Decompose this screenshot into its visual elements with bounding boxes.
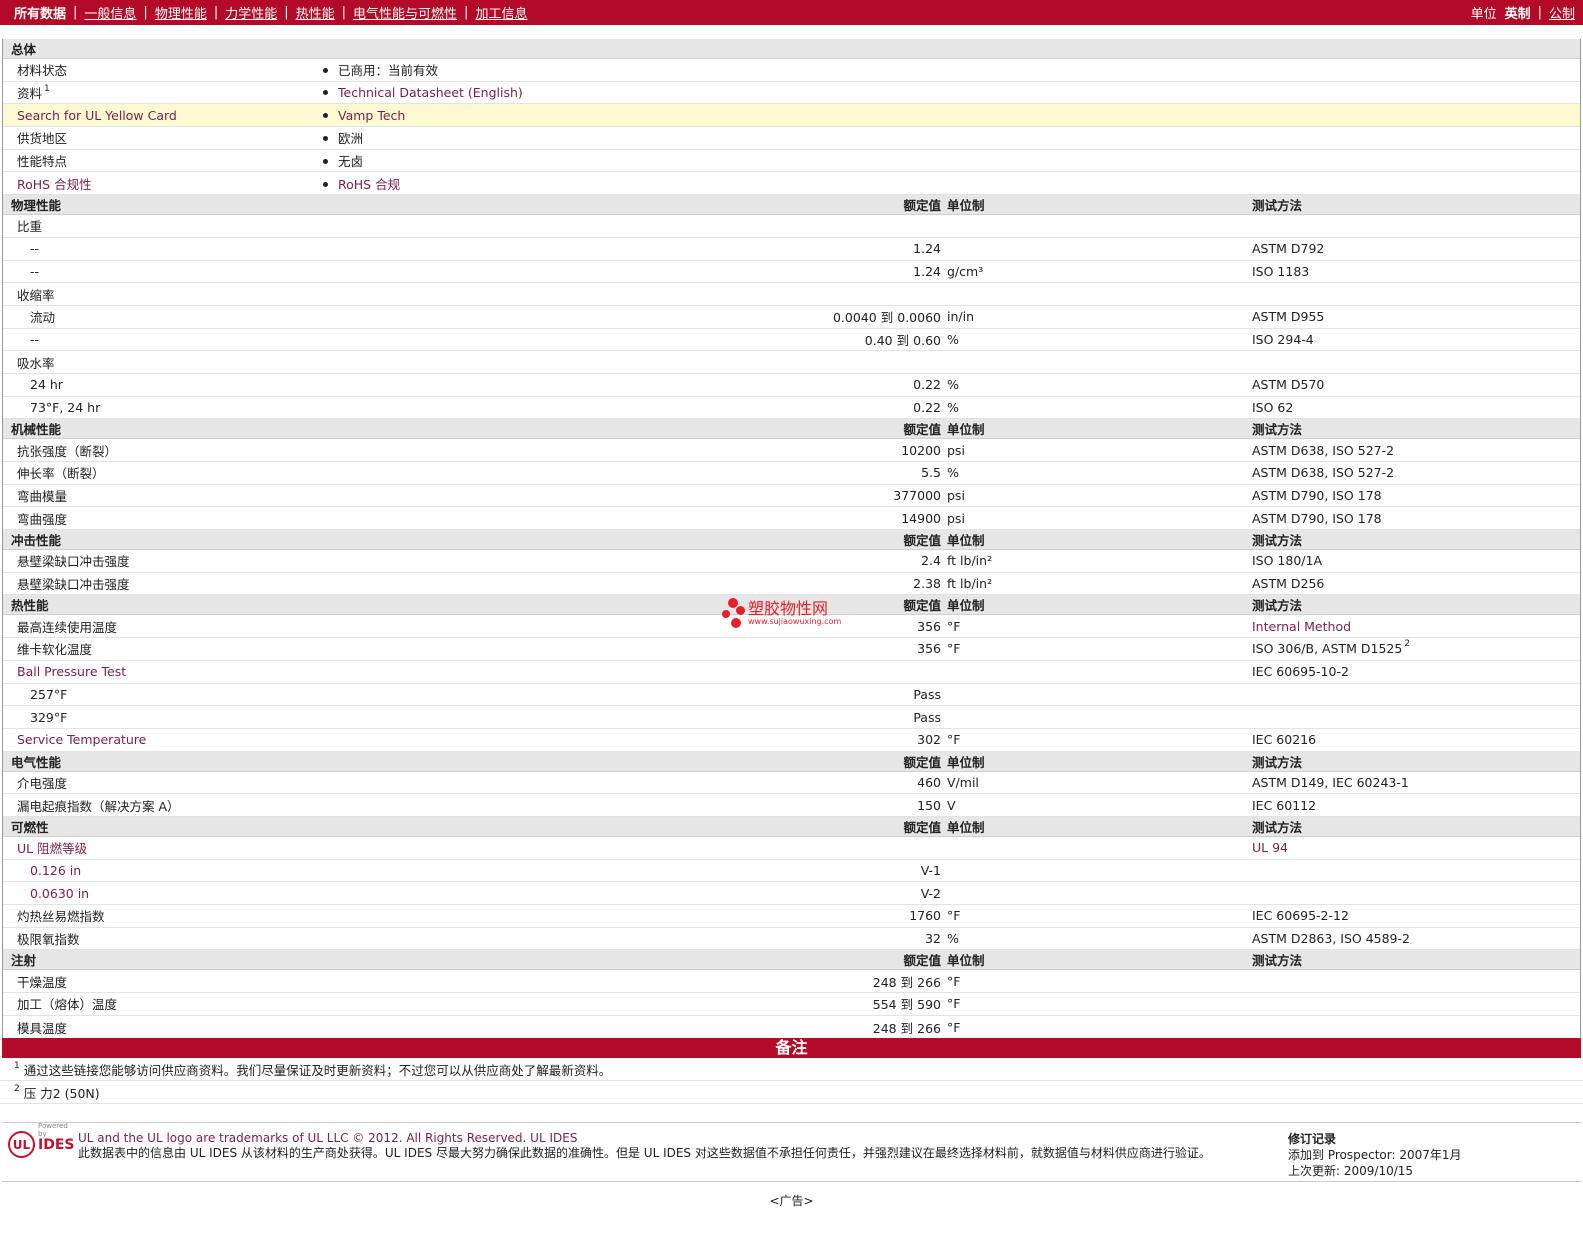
section-impact: 冲击性能 额定值 单位制 测试方法: [3, 530, 1580, 551]
table-row: 比重: [3, 215, 1580, 238]
nav-physical[interactable]: 物理性能: [155, 3, 207, 22]
unit-imperial[interactable]: 英制: [1505, 3, 1531, 22]
table-row: 0.0630 in V-2: [3, 882, 1580, 905]
table-row: 干燥温度 248 到 266 °F: [3, 970, 1580, 994]
watermark-dots-icon: [722, 598, 748, 628]
supplier-link[interactable]: Vamp Tech: [338, 108, 405, 123]
general-row: Search for UL Yellow Card Vamp Tech: [3, 104, 1580, 128]
ul-thickness-link[interactable]: 0.126 in: [3, 863, 823, 878]
table-row: 模具温度 248 到 266 °F: [17, 1019, 961, 1036]
revision-history: 修订记录 添加到 Prospector: 2007年1月 上次更新: 2009/…: [1288, 1132, 1462, 1179]
datasheet-link[interactable]: Technical Datasheet (English): [338, 85, 523, 100]
table-row: 极限氧指数 32% ASTM D2863, ISO 4589-2: [3, 928, 1580, 951]
table-row: 灼热丝易燃指数 1760 °F IEC 60695-2-12: [3, 905, 1580, 928]
nav-electrical-flammability[interactable]: 电气性能与可燃性: [353, 3, 457, 22]
nav-thermal[interactable]: 热性能: [296, 3, 335, 22]
general-row: RoHS 合规性 RoHS 合规: [3, 172, 1580, 196]
table-row: -- 1.24 ASTM D792: [3, 238, 1580, 261]
table-row: 24 hr 0.22% ASTM D570: [3, 374, 1580, 397]
section-mechanical: 机械性能 额定值 单位制 测试方法: [3, 419, 1580, 440]
notes-header: 备注: [2, 1038, 1581, 1059]
table-row: 收缩率: [3, 283, 1580, 306]
general-row: 资料 1 Technical Datasheet (English): [3, 82, 1580, 105]
note-2: 2压 力2 (50N): [0, 1081, 1583, 1105]
table-row: 介电强度 460 V/mil ASTM D149, IEC 60243-1: [3, 772, 1580, 795]
general-row: 材料状态 已商用：当前有效: [3, 59, 1580, 82]
table-row: 73°F, 24 hr 0.22% ISO 62: [3, 397, 1580, 420]
method-link[interactable]: Internal Method: [1252, 619, 1580, 634]
table-row: 0.126 in V-1: [3, 860, 1580, 883]
section-nav: 所有数据 | 一般信息 | 物理性能 | 力学性能 | 热性能 | 电气性能与可燃性 | 加…: [14, 3, 528, 22]
table-row: Service Temperature 302 °F IEC 60216: [3, 729, 1580, 752]
general-row: 供货地区 欧洲: [3, 127, 1580, 150]
rohs-value-link[interactable]: RoHS 合规: [338, 177, 400, 192]
general-row: 性能特点 无卤: [3, 150, 1580, 173]
table-row: 伸长率（断裂） 5.5% ASTM D638, ISO 527-2: [3, 462, 1580, 485]
watermark-logo: 塑胶物性网 www.sujiaowuxing.com: [722, 598, 841, 628]
section-physical: 物理性能 额定值 单位制 测试方法: [3, 195, 1580, 216]
table-row: 悬壁梁缺口冲击强度 2.4 ft lb/in² ISO 180/1A: [3, 550, 1580, 573]
footer-disclaimer: UL and the UL logo are trademarks of UL …: [78, 1131, 1211, 1161]
table-row: 弯曲模量 377000 psi ASTM D790, ISO 178: [3, 485, 1580, 508]
table-row: Ball Pressure Test IEC 60695-10-2: [3, 661, 1580, 684]
yellow-card-link[interactable]: Search for UL Yellow Card: [3, 108, 323, 123]
ul-rating-link[interactable]: UL 阻燃等级: [3, 838, 823, 857]
table-row: 流动 0.0040 到 0.0060 in/in ASTM D955: [3, 306, 1580, 329]
table-row: 悬壁梁缺口冲击强度 2.38 ft lb/in² ASTM D256: [3, 573, 1580, 596]
nav-mechanical[interactable]: 力学性能: [225, 3, 277, 22]
rohs-link[interactable]: RoHS 合规性: [3, 174, 323, 193]
table-row: -- 1.24 g/cm³ ISO 1183: [3, 261, 1580, 284]
table-row: 吸水率: [3, 351, 1580, 374]
trademark-link[interactable]: UL and the UL logo are trademarks of UL …: [78, 1131, 577, 1145]
table-row: 弯曲强度 14900 psi ASTM D790, ISO 178: [3, 507, 1580, 531]
table-row: 329°F Pass: [3, 706, 1580, 729]
units-label: 单位: [1470, 7, 1497, 22]
top-nav-bar: 所有数据 | 一般信息 | 物理性能 | 力学性能 | 热性能 | 电气性能与可燃性 | 加…: [0, 0, 1583, 25]
table-row: 漏电起痕指数（解决方案 A） 150 V IEC 60112: [3, 794, 1580, 817]
section-electrical: 电气性能 额定值 单位制 测试方法: [3, 751, 1580, 772]
ul-ides-logo: Powered by UL IDES: [8, 1122, 78, 1159]
table-row: 加工（熔体）温度 554 到 590 °F: [3, 993, 1580, 1016]
ul-thickness-link[interactable]: 0.0630 in: [3, 886, 823, 901]
table-row: -- 0.40 到 0.60% ISO 294-4: [3, 329, 1580, 352]
ad-label: <广告>: [769, 1194, 814, 1209]
ball-pressure-link[interactable]: Ball Pressure Test: [3, 664, 823, 679]
table-row: 抗张强度（断裂） 10200 psi ASTM D638, ISO 527-2: [3, 439, 1580, 462]
section-flammability: 可燃性 额定值 单位制 测试方法: [3, 816, 1580, 837]
ul94-link[interactable]: UL 94: [1252, 840, 1580, 855]
nav-all-data[interactable]: 所有数据: [14, 3, 66, 22]
table-row: UL 阻燃等级 UL 94: [3, 837, 1580, 860]
unit-switch: 单位 英制 | 公制: [1470, 3, 1575, 22]
nav-processing[interactable]: 加工信息: [475, 3, 527, 22]
section-injection: 注射 额定值 单位制 测试方法: [3, 950, 1580, 971]
footer: Powered by UL IDES UL and the UL logo ar…: [2, 1122, 1581, 1183]
note-1: 1 通过这些链接您能够访问供应商资料。我们尽量保证及时更新资料；不过您可以从供应商…: [0, 1058, 1583, 1082]
service-temp-link[interactable]: Service Temperature: [3, 732, 823, 747]
table-row: 257°F Pass: [3, 684, 1580, 707]
unit-metric[interactable]: 公制: [1549, 3, 1575, 22]
table-row: 维卡软化温度 356 °F ISO 306/B, ASTM D1525 2: [3, 638, 1580, 661]
section-general: 总体: [3, 39, 1580, 59]
nav-general-info[interactable]: 一般信息: [84, 3, 136, 22]
datasheet-table: 总体 材料状态 已商用：当前有效 资料 1 Technical Datasheet (…: [2, 39, 1581, 1039]
